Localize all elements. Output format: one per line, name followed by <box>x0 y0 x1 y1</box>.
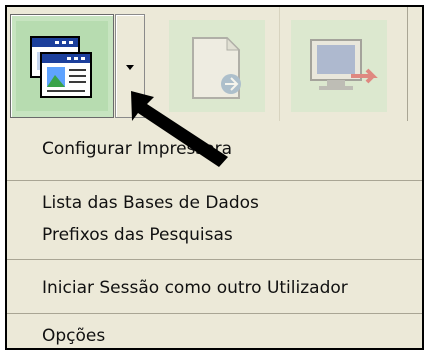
monitor-logout-icon <box>310 39 378 90</box>
menu-separator <box>7 259 422 260</box>
pointer-arrow-icon <box>131 91 228 167</box>
menu-item-prefixos-pesquisas[interactable]: Prefixos das Pesquisas <box>42 225 233 245</box>
menu-separator <box>7 180 422 181</box>
windows-toolbar-button[interactable] <box>10 14 114 118</box>
menu-item-iniciar-sessao[interactable]: Iniciar Sessão como outro Utilizador <box>42 278 348 298</box>
menu-separator <box>7 313 422 314</box>
screenshot-frame: Configurar Impressora Lista das Bases de… <box>5 5 424 350</box>
chevron-down-icon <box>126 65 134 70</box>
menu-item-opcoes[interactable]: Opções <box>42 326 105 346</box>
monitor-logout-toolbar-button[interactable] <box>287 14 391 118</box>
menu-item-lista-bases-dados[interactable]: Lista das Bases de Dados <box>42 193 259 213</box>
windows-icon <box>30 36 92 98</box>
